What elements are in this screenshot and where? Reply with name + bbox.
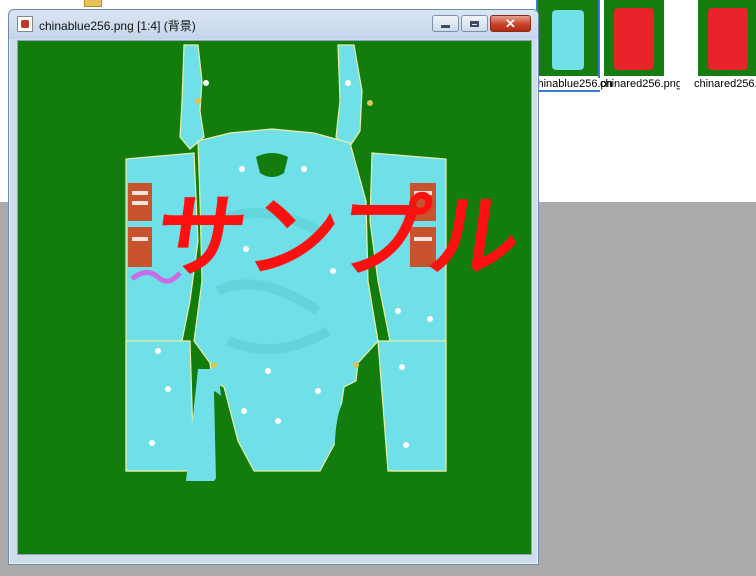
- thumbnail-chinared-2[interactable]: chinared256.png: [694, 0, 756, 96]
- thumbnail-caption: chinared256.png: [600, 78, 680, 90]
- image-canvas[interactable]: サンプル: [17, 40, 532, 555]
- thumbnail-strip: chinablue256.png chinared256.png chinare…: [528, 0, 756, 100]
- texture-image: [125, 44, 447, 481]
- app-icon[interactable]: [17, 16, 33, 32]
- maximize-button[interactable]: [461, 15, 488, 32]
- thumbnail-chinablue[interactable]: chinablue256.png: [532, 0, 612, 96]
- thumbnail-image: [698, 0, 756, 76]
- thumbnail-image: [604, 0, 664, 76]
- minimize-icon: [441, 24, 450, 28]
- title-bar[interactable]: chinablue256.png [1:4] (背景) ✕: [9, 10, 538, 39]
- thumbnail-caption: chinared256.png: [694, 78, 756, 90]
- folder-icon[interactable]: [84, 0, 102, 7]
- maximize-icon: [470, 20, 479, 27]
- close-icon: ✕: [505, 16, 516, 31]
- thumbnail-image: [538, 0, 598, 76]
- image-window[interactable]: chinablue256.png [1:4] (背景) ✕ サンプル: [8, 9, 539, 565]
- window-title: chinablue256.png [1:4] (背景): [39, 19, 196, 33]
- thumbnail-chinared-1[interactable]: chinared256.png: [600, 0, 684, 96]
- watermark-text: サンプル: [148, 185, 529, 290]
- minimize-button[interactable]: [432, 15, 459, 32]
- close-button[interactable]: ✕: [490, 15, 531, 32]
